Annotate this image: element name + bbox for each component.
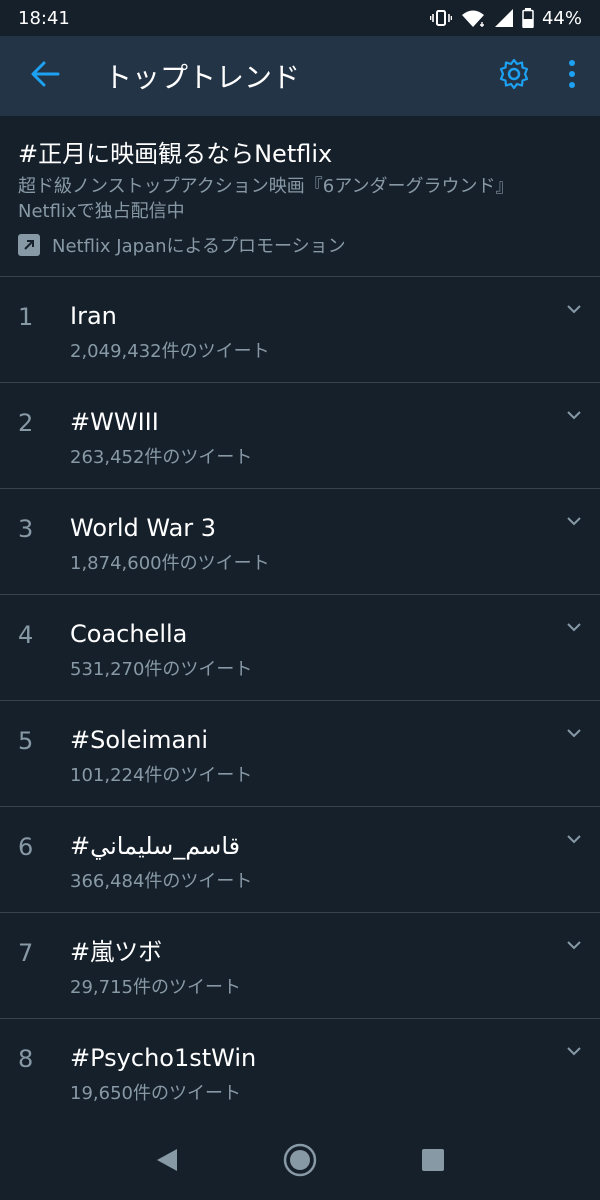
recents-square-icon	[421, 1148, 445, 1176]
app-bar: トップトレンド	[0, 36, 600, 116]
trend-name: Iran	[70, 302, 117, 330]
trend-name: #قاسم_سليماني	[70, 832, 241, 860]
chevron-down-icon[interactable]	[564, 1041, 584, 1061]
trend-rank: 3	[18, 515, 34, 543]
trend-row[interactable]: 1 Iran 2,049,432件のツイート	[0, 277, 600, 383]
system-nav-bar	[0, 1124, 600, 1200]
promoted-arrow-icon	[18, 234, 40, 256]
promoted-desc-line1: 超ド級ノンストップアクション映画『6アンダーグラウンド』	[18, 176, 514, 197]
promoted-trend-description: 超ド級ノンストップアクション映画『6アンダーグラウンド』 Netflixで独占配…	[18, 174, 582, 224]
battery-percent: 44%	[541, 7, 582, 29]
status-time: 18:41	[18, 7, 70, 29]
trend-tweet-count: 2,049,432件のツイート	[70, 341, 270, 362]
more-options-button[interactable]	[544, 36, 600, 116]
chevron-down-icon[interactable]	[564, 405, 584, 425]
trend-tweet-count: 101,224件のツイート	[70, 765, 253, 786]
status-bar: 18:41 44%	[0, 0, 600, 36]
chevron-down-icon[interactable]	[564, 829, 584, 849]
trend-row[interactable]: 7 #嵐ツボ 29,715件のツイート	[0, 913, 600, 1019]
promoted-by: Netflix Japanによるプロモーション	[18, 232, 582, 258]
trend-rank: 4	[18, 621, 34, 649]
battery-icon	[522, 8, 534, 28]
settings-button[interactable]	[484, 36, 544, 116]
trend-name: World War 3	[70, 514, 217, 542]
trend-tweet-count: 263,452件のツイート	[70, 447, 253, 468]
back-arrow-icon	[30, 61, 60, 91]
trend-rank: 5	[18, 727, 34, 755]
trend-rank: 6	[18, 833, 34, 861]
trend-name: #Soleimani	[70, 726, 209, 754]
vibrate-icon	[429, 9, 452, 27]
trend-rank: 1	[18, 303, 34, 331]
trend-row[interactable]: 8 #Psycho1stWin 19,650件のツイート	[0, 1019, 600, 1125]
trend-tweet-count: 19,650件のツイート	[70, 1083, 241, 1104]
trend-row[interactable]: 5 #Soleimani 101,224件のツイート	[0, 701, 600, 807]
trend-rank: 7	[18, 939, 34, 967]
back-button[interactable]	[0, 36, 90, 116]
nav-recents-button[interactable]	[403, 1132, 463, 1192]
trend-rank: 8	[18, 1045, 34, 1073]
chevron-down-icon[interactable]	[564, 723, 584, 743]
back-triangle-icon	[155, 1147, 179, 1177]
chevron-down-icon[interactable]	[564, 935, 584, 955]
more-vertical-icon	[567, 59, 577, 93]
trend-row[interactable]: 2 #WWIII 263,452件のツイート	[0, 383, 600, 489]
nav-home-button[interactable]	[270, 1132, 330, 1192]
chevron-down-icon[interactable]	[564, 511, 584, 531]
wifi-icon	[460, 8, 486, 28]
trend-name: Coachella	[70, 620, 188, 648]
trend-tweet-count: 29,715件のツイート	[70, 977, 241, 998]
trend-tweet-count: 531,270件のツイート	[70, 659, 253, 680]
home-circle-icon	[283, 1143, 317, 1181]
status-icons: 44%	[429, 7, 582, 29]
trend-tweet-count: 366,484件のツイート	[70, 871, 253, 892]
trend-row[interactable]: 3 World War 3 1,874,600件のツイート	[0, 489, 600, 595]
nav-back-button[interactable]	[137, 1132, 197, 1192]
trend-list: 1 Iran 2,049,432件のツイート 2 #WWIII 263,452件…	[0, 277, 600, 1125]
promoted-trend[interactable]: #正月に映画観るならNetflix 超ド級ノンストップアクション映画『6アンダー…	[0, 116, 600, 277]
trend-row[interactable]: 4 Coachella 531,270件のツイート	[0, 595, 600, 701]
trend-name: #嵐ツボ	[70, 938, 163, 966]
chevron-down-icon[interactable]	[564, 617, 584, 637]
page-title: トップトレンド	[104, 61, 301, 94]
promoted-by-label: Netflix Japanによるプロモーション	[52, 236, 346, 257]
promoted-desc-line2: Netflixで独占配信中	[18, 201, 185, 222]
gear-icon	[498, 58, 530, 94]
signal-icon	[494, 8, 514, 28]
trend-name: #WWIII	[70, 408, 159, 436]
trend-row[interactable]: 6 #قاسم_سليماني 366,484件のツイート	[0, 807, 600, 913]
promoted-trend-title: #正月に映画観るならNetflix	[18, 140, 333, 168]
chevron-down-icon[interactable]	[564, 299, 584, 319]
trend-tweet-count: 1,874,600件のツイート	[70, 553, 270, 574]
trend-name: #Psycho1stWin	[70, 1044, 257, 1072]
trend-rank: 2	[18, 409, 34, 437]
